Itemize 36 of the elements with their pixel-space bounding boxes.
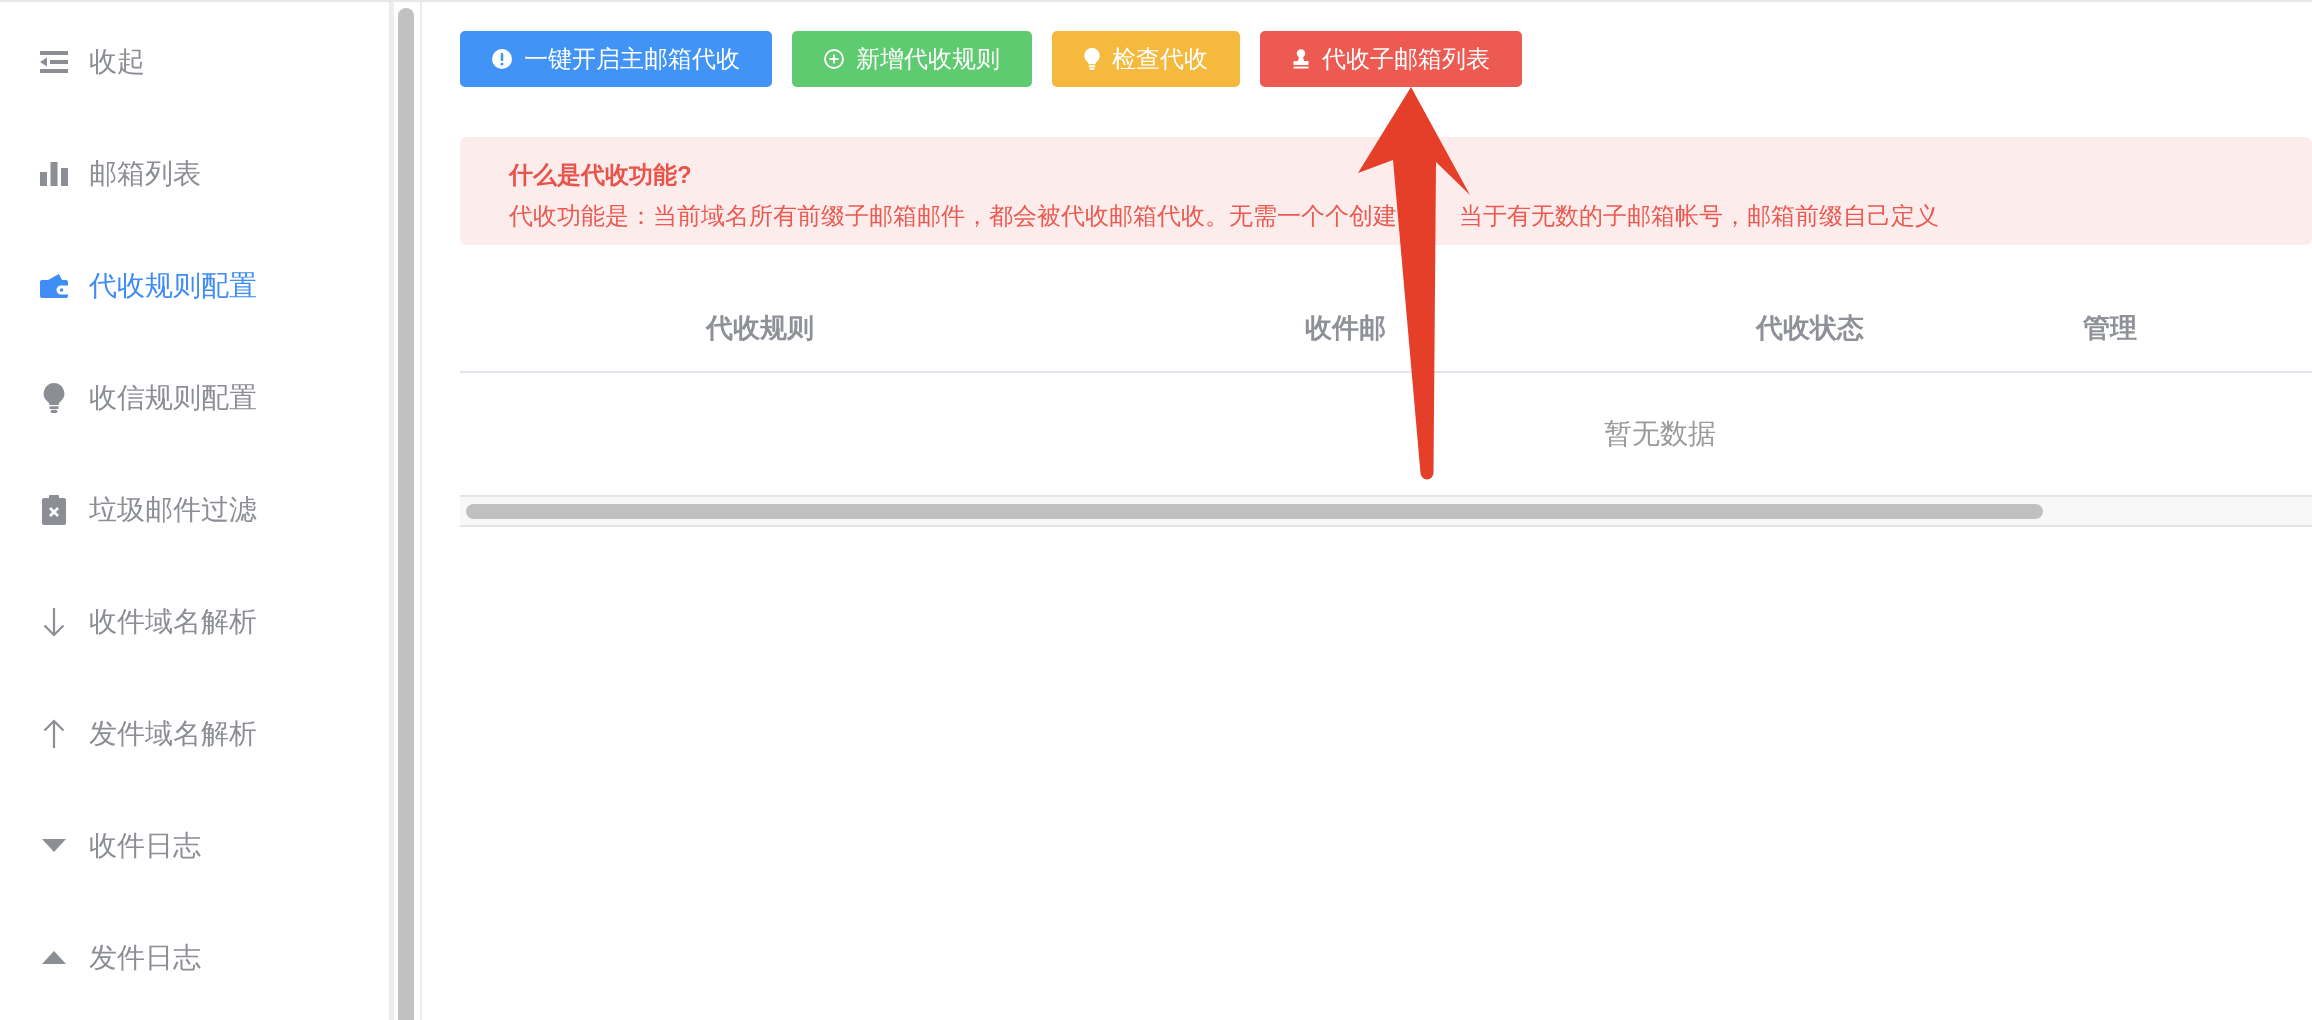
action-button[interactable]: 检查代收	[1052, 31, 1240, 87]
sidebar-item[interactable]: 垃圾邮件过滤	[40, 493, 257, 527]
lightbulb-icon	[43, 383, 65, 413]
notice-text: 当于有无数的子邮箱帐号，邮箱前缀自己定义	[1459, 202, 1939, 230]
lightbulb-icon	[1084, 48, 1100, 70]
notice-text: 代收功能是：当前域名所有前缀子邮箱邮件，都会被代收邮箱代收。无需一个个创建	[509, 202, 1397, 230]
sidebar-item[interactable]: 收起	[40, 45, 145, 79]
sidebar-item[interactable]: 发件日志	[40, 941, 201, 975]
caret-up-icon	[42, 951, 66, 965]
sidebar-item[interactable]: 代收规则配置	[40, 269, 257, 303]
column-header: 管理	[2083, 312, 2137, 345]
outdent-icon	[40, 51, 68, 73]
sidebar-item[interactable]: 邮箱列表	[40, 157, 201, 191]
sidebar-item[interactable]: 收信规则配置	[40, 381, 257, 415]
sidebar-item[interactable]: 发件域名解析	[40, 717, 257, 751]
caret-down-icon	[42, 839, 66, 853]
action-button[interactable]: 代收子邮箱列表	[1260, 31, 1522, 87]
action-button[interactable]: 新增代收规则	[792, 31, 1032, 87]
action-button[interactable]: 一键开启主邮箱代收	[460, 31, 772, 87]
bar-chart-icon	[40, 162, 68, 186]
clipboard-x-icon	[42, 495, 66, 525]
empty-message: 暂无数据	[1604, 417, 1716, 451]
scrollbar-thumb[interactable]	[466, 504, 2043, 519]
arrow-up-icon	[43, 719, 65, 749]
exclamation-circle-icon	[492, 49, 512, 69]
scrollbar-thumb[interactable]	[398, 8, 414, 1020]
column-header: 代收规则	[706, 312, 814, 345]
notice-title: 什么是代收功能?	[509, 161, 692, 189]
wallet-icon	[40, 274, 68, 298]
sidebar-item[interactable]: 收件域名解析	[40, 605, 257, 639]
column-header: 代收状态	[1756, 312, 1864, 345]
column-header: 收件邮	[1304, 312, 1386, 345]
stamp-icon	[1292, 49, 1310, 69]
arrow-down-icon	[43, 607, 65, 637]
sidebar-item[interactable]: 收件日志	[40, 829, 201, 863]
plus-circle-icon	[824, 49, 844, 69]
